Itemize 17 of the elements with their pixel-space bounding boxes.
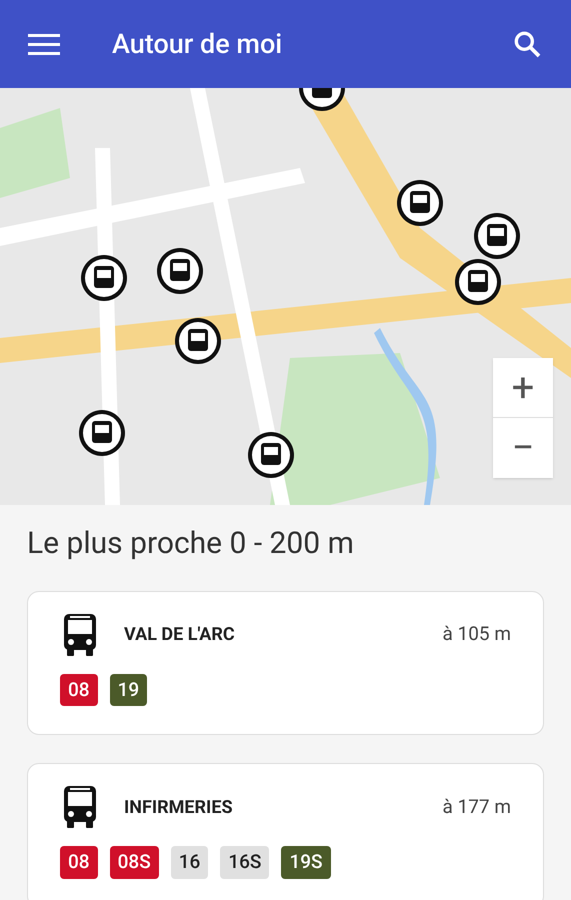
line-badge: 08 — [60, 846, 98, 878]
zoom-out-button[interactable]: − — [493, 418, 553, 478]
line-badge: 08S — [110, 846, 159, 878]
line-badge: 16 — [170, 846, 208, 878]
line-badge: 19S — [281, 846, 331, 878]
stop-card[interactable]: INFIRMERIES à 177 m 08 08S 16 16S 19S — [27, 763, 544, 900]
zoom-in-button[interactable]: + — [493, 358, 553, 418]
stop-distance: à 105 m — [442, 621, 511, 648]
line-badge: 19 — [110, 674, 148, 706]
app-title: Autour de moi — [112, 26, 282, 62]
section-title: Le plus proche 0 - 200 m — [27, 525, 355, 562]
line-badge: 16S — [220, 846, 270, 878]
stop-card[interactable]: VAL DE L'ARC à 105 m 08 19 — [27, 590, 544, 735]
stop-name: INFIRMERIES — [124, 796, 233, 820]
stop-name: VAL DE L'ARC — [124, 623, 235, 647]
stop-distance: à 177 m — [442, 794, 511, 820]
line-badge: 08 — [60, 674, 98, 706]
